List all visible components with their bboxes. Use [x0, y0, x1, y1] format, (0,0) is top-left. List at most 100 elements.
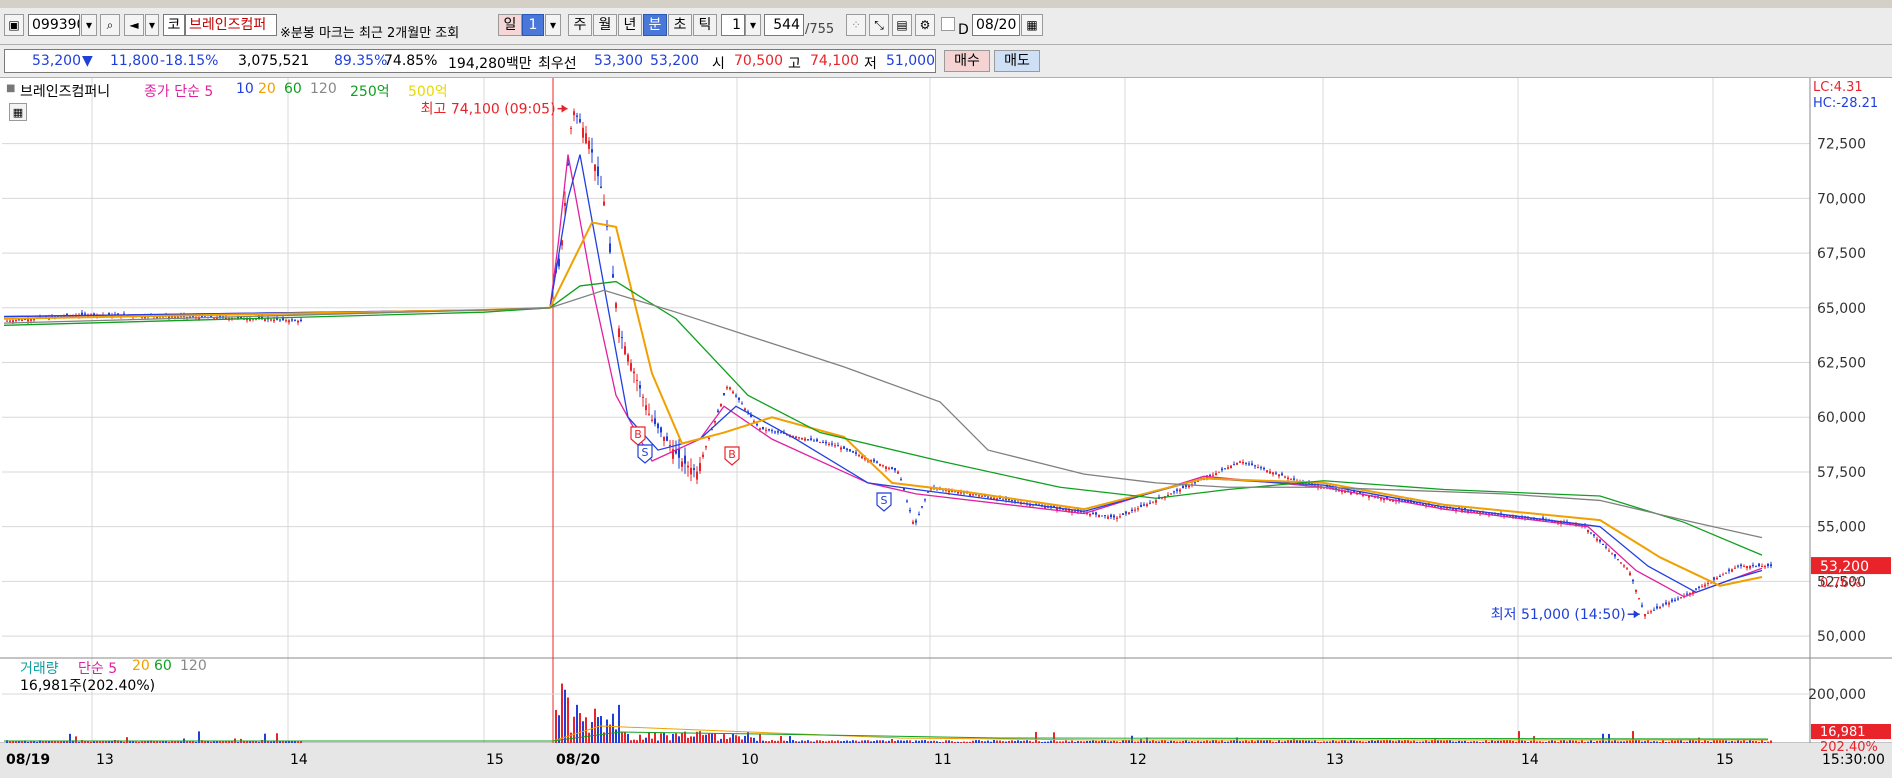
period-year-button[interactable]: 년 — [618, 14, 642, 36]
volume-bar — [843, 740, 845, 743]
volume-bar — [945, 740, 947, 743]
candle-body — [1632, 579, 1634, 582]
candle-body — [597, 166, 599, 177]
save-icon[interactable]: ▤ — [892, 14, 912, 36]
speaker-icon[interactable]: ◄ — [124, 14, 144, 36]
candle-body — [1635, 589, 1637, 592]
period-month-button[interactable]: 월 — [593, 14, 617, 36]
volume-legend-ma60: 60 — [154, 658, 172, 674]
line-tool-icon[interactable]: ⤡ — [869, 14, 889, 36]
data-count-input[interactable]: 544 — [764, 14, 804, 36]
period-day-button[interactable]: 일 — [498, 14, 522, 36]
volume-bar — [1074, 741, 1076, 743]
candle-body — [651, 419, 653, 421]
candle-body — [1746, 566, 1748, 569]
interval-input[interactable]: 1 — [721, 14, 745, 36]
volume-bar — [105, 741, 107, 743]
candle-body — [1728, 569, 1730, 572]
search-icon[interactable]: ⌕ — [100, 14, 120, 36]
volume-bar — [771, 740, 773, 743]
volume-bar — [1038, 741, 1040, 743]
y-tick-label: 57,500 — [1817, 465, 1866, 481]
volume-bar — [1167, 741, 1169, 743]
period-week-button[interactable]: 주 — [568, 14, 592, 36]
volume-bar — [1650, 741, 1652, 743]
grid-toggle-icon[interactable]: ▦ — [9, 103, 27, 121]
volume-bar — [693, 736, 695, 743]
code-dropdown-icon[interactable]: ▾ — [81, 14, 97, 36]
x-tick-label: 08/19 — [6, 752, 50, 768]
period-day-count[interactable]: 1 — [522, 14, 544, 36]
date-input[interactable]: 08/20 — [972, 14, 1020, 36]
volume-bar — [1512, 740, 1514, 743]
volume-bar — [60, 741, 62, 743]
dots-icon[interactable]: ⁘ — [846, 14, 866, 36]
volume-bar — [1446, 740, 1448, 743]
volume-bar — [1614, 740, 1616, 743]
volume-bar — [1125, 740, 1127, 743]
best-bid: 53,200 — [650, 53, 699, 69]
candle-body — [1239, 461, 1241, 463]
volume-bar — [1077, 741, 1079, 743]
candle-body — [1602, 543, 1604, 545]
volume-bar — [1620, 741, 1622, 743]
volume-bar — [993, 740, 995, 743]
candle-body — [873, 459, 875, 462]
chart-svg[interactable]: 72,500 70,000 67,500 65,000 62,500 60,000 57,5… — [0, 78, 1892, 778]
buy-button[interactable]: 매수 — [944, 50, 990, 72]
volume-bar — [1551, 740, 1553, 743]
sell-button[interactable]: 매도 — [994, 50, 1040, 72]
chart-menu-icon[interactable]: ▣ — [4, 14, 24, 36]
candle-body — [795, 436, 797, 439]
d-checkbox[interactable] — [941, 17, 955, 31]
candle-body — [1257, 467, 1259, 469]
chart-area[interactable]: 72,500 70,000 67,500 65,000 62,500 60,000 57,5… — [0, 78, 1892, 778]
volume-bar — [162, 741, 164, 743]
volume-bar — [1008, 740, 1010, 743]
candle-body — [717, 410, 719, 413]
candle-body — [1614, 554, 1616, 557]
candle-body — [273, 319, 275, 322]
candle-body — [993, 497, 995, 499]
candle-body — [1173, 491, 1175, 493]
gear-icon[interactable]: ⚙ — [915, 14, 935, 36]
volume-bar — [1641, 741, 1643, 743]
period-tick-button[interactable]: 틱 — [693, 14, 717, 36]
volume-bar — [1419, 741, 1421, 743]
volume-bar — [1356, 741, 1358, 743]
vol-pct-label: 202.40% — [1820, 740, 1878, 755]
volume-bar — [633, 739, 635, 743]
volume-bar — [606, 719, 608, 743]
candle-body — [909, 509, 911, 512]
volume-bar — [1218, 741, 1220, 743]
volume-bar — [876, 740, 878, 743]
candle-body — [582, 127, 584, 138]
period-second-button[interactable]: 초 — [668, 14, 692, 36]
volume-bar — [1521, 740, 1523, 743]
volume-value: 3,075,521 — [238, 53, 310, 69]
candle-body — [618, 328, 620, 338]
candles-group — [6, 108, 1772, 620]
volume-bar — [1257, 740, 1259, 743]
volume-bar — [1656, 741, 1658, 743]
candle-body — [843, 446, 845, 449]
volume-bar — [1215, 740, 1217, 743]
vol-tag-label: 16,981 — [1820, 725, 1866, 740]
candle-body — [1242, 461, 1244, 464]
volume-legend-ma20: 20 — [132, 658, 150, 674]
volume-bar — [1068, 741, 1070, 743]
volume-bar — [1173, 741, 1175, 743]
volume-bar — [258, 741, 260, 743]
candle-body — [1740, 564, 1742, 567]
period-dropdown-icon[interactable]: ▾ — [545, 14, 561, 36]
stock-code-input[interactable]: 099390 — [28, 14, 80, 36]
volume-bar — [675, 733, 677, 743]
interval-dropdown-icon[interactable]: ▾ — [745, 14, 761, 36]
candle-body — [705, 446, 707, 448]
volume-bar — [1044, 741, 1046, 743]
period-minute-button[interactable]: 분 — [643, 14, 667, 36]
speaker-dropdown-icon[interactable]: ▾ — [145, 14, 159, 36]
candle-body — [1596, 538, 1598, 541]
volume-bar — [690, 736, 692, 743]
calendar-icon[interactable]: ▦ — [1021, 14, 1043, 36]
